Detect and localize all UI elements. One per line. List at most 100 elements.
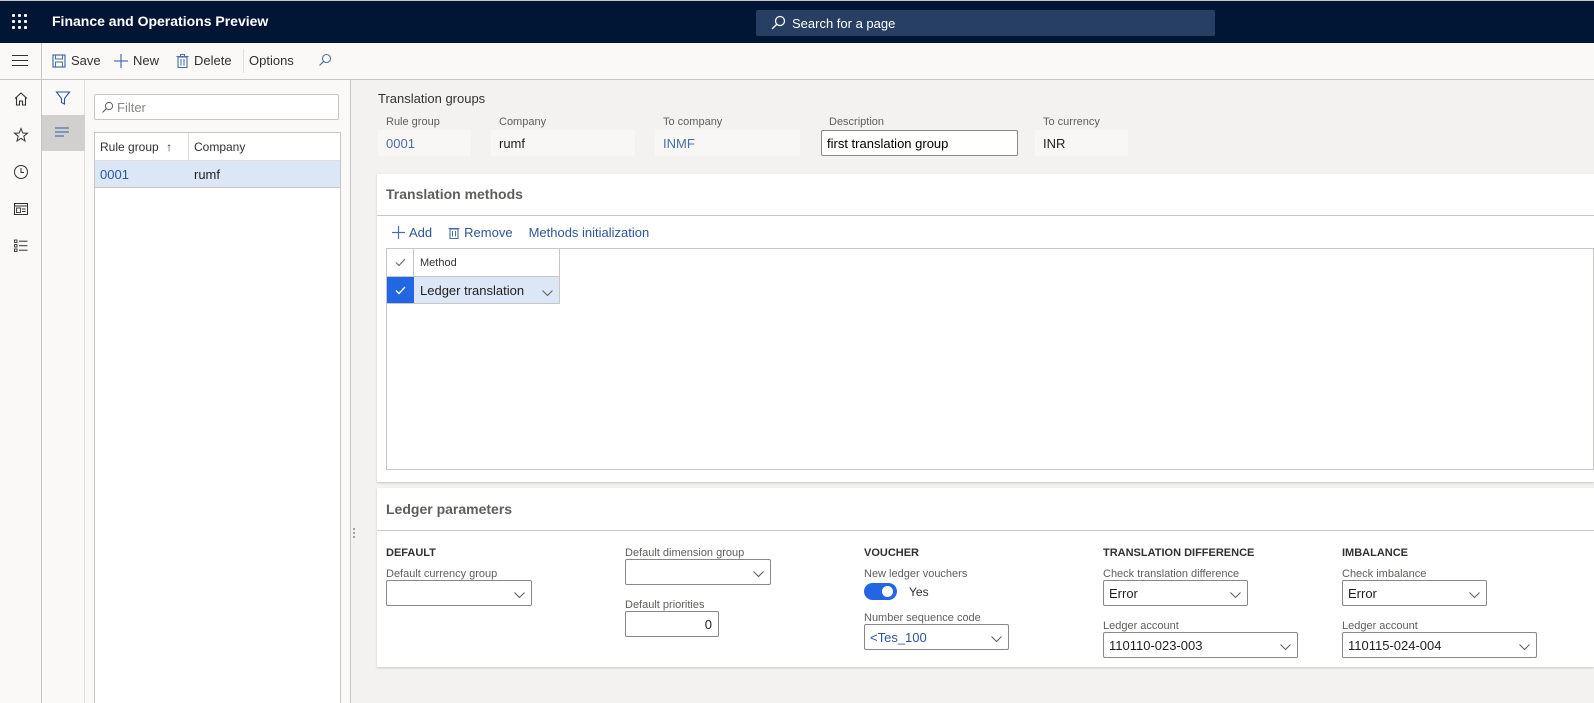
chevron-down-icon <box>514 587 525 602</box>
add-button[interactable]: Add <box>392 225 432 240</box>
trash-icon <box>176 53 189 68</box>
save-button[interactable]: Save <box>52 53 101 68</box>
page-title: Translation groups <box>378 91 486 106</box>
checkmark-icon <box>395 286 406 294</box>
filter-icon[interactable] <box>55 90 71 109</box>
navigation-rail <box>0 80 42 703</box>
chevron-down-icon <box>1280 639 1291 654</box>
method-value[interactable]: Ledger translation <box>420 283 524 298</box>
chevron-down-icon <box>991 631 1002 646</box>
translation-difference-ledger-account-select[interactable]: 110110-023-003 <box>1103 632 1298 658</box>
clock-recent-icon[interactable] <box>12 163 30 181</box>
default-dimension-group-select[interactable] <box>625 559 771 585</box>
description-field: Description <box>821 116 1018 156</box>
list-view-toggle[interactable] <box>42 115 85 151</box>
number-sequence-code-select[interactable]: <Tes_100 <box>864 624 1009 650</box>
lines-icon <box>55 127 69 137</box>
rule-group-value[interactable]: 0001 <box>378 130 471 156</box>
grid-header: Method <box>387 249 560 277</box>
app-title: Finance and Operations Preview <box>52 13 269 29</box>
to-currency-field: To currency INR <box>1035 116 1128 156</box>
new-button[interactable]: New <box>114 53 159 68</box>
hamburger-menu-icon[interactable] <box>12 55 28 67</box>
column-header-method[interactable]: Method <box>420 257 457 269</box>
delete-label: Delete <box>194 53 232 68</box>
cell-company: rumf <box>194 167 220 182</box>
table-row[interactable]: 0001 rumf <box>95 161 340 188</box>
default-currency-group-select[interactable] <box>386 580 532 606</box>
toggle-state-label: Yes <box>909 584 929 599</box>
home-icon[interactable] <box>12 90 30 108</box>
workspaces-icon[interactable] <box>12 200 30 218</box>
section-title-ledger-parameters[interactable]: Ledger parameters <box>386 501 512 517</box>
table-row[interactable]: Ledger translation <box>387 277 560 304</box>
row-select-checkbox[interactable] <box>387 277 414 303</box>
search-icon <box>101 101 114 117</box>
chevron-down-icon <box>1469 587 1480 602</box>
cell-rule-group[interactable]: 0001 <box>95 161 189 187</box>
column-header-company[interactable]: Company <box>189 133 251 160</box>
filter-field[interactable] <box>94 94 339 120</box>
methods-initialization-button[interactable]: Methods initialization <box>529 225 650 240</box>
voucher-group: VOUCHER New ledger vouchers Yes Number s… <box>864 547 1009 650</box>
chevron-down-icon[interactable] <box>542 285 553 300</box>
sort-ascending-icon: ↑ <box>166 140 173 154</box>
list-pane: Rule group ↑ Company 0001 rumf <box>85 80 351 703</box>
search-placeholder: Search for a page <box>792 16 896 31</box>
new-ledger-vouchers-toggle[interactable]: Yes <box>864 583 1009 600</box>
filter-input[interactable] <box>117 98 332 116</box>
save-icon <box>52 53 66 68</box>
default-group: DEFAULT Default currency group <box>386 547 532 606</box>
page-search-box[interactable]: Search for a page <box>756 10 1215 36</box>
check-translation-difference-select[interactable]: Error <box>1103 580 1248 606</box>
list-pane-rail <box>42 80 85 703</box>
search-icon <box>770 15 786 34</box>
plus-icon <box>392 226 405 239</box>
imbalance-ledger-account-select[interactable]: 110115-024-004 <box>1342 632 1537 658</box>
grid-header: Rule group ↑ Company <box>95 133 340 161</box>
to-company-value[interactable]: INMF <box>655 130 800 156</box>
modules-list-icon[interactable] <box>12 237 30 255</box>
translation-difference-heading: TRANSLATION DIFFERENCE <box>1103 547 1255 559</box>
to-currency-value: INR <box>1035 130 1128 156</box>
translation-methods-toolbar: Add Remove Methods initialization <box>392 225 649 240</box>
options-button[interactable]: Options <box>249 53 294 68</box>
checkmark-icon <box>395 258 405 267</box>
plus-icon <box>114 53 128 68</box>
options-label: Options <box>249 53 294 68</box>
chevron-down-icon <box>1230 587 1241 602</box>
default-heading: DEFAULT <box>386 547 436 559</box>
remove-button[interactable]: Remove <box>448 225 513 240</box>
new-label: New <box>133 53 160 68</box>
column-header-rule-group[interactable]: Rule group ↑ <box>95 133 189 160</box>
imbalance-group: IMBALANCE Check imbalance Error Ledger a… <box>1342 547 1537 658</box>
save-label: Save <box>71 53 101 68</box>
star-favorites-icon[interactable] <box>12 126 30 144</box>
translation-difference-group: TRANSLATION DIFFERENCE Check translation… <box>1103 547 1298 658</box>
to-company-field: To company INMF <box>655 116 800 156</box>
details-pane: Translation groups Rule group 0001 Compa… <box>351 80 1594 703</box>
default-dimension-group: Default dimension group Default prioriti… <box>625 547 771 637</box>
select-all-checkbox[interactable] <box>387 249 414 276</box>
company-field: Company rumf <box>491 116 635 156</box>
voucher-heading: VOUCHER <box>864 547 920 559</box>
action-pane: Save New Delete Options <box>0 43 1594 80</box>
imbalance-heading: IMBALANCE <box>1342 547 1408 559</box>
chevron-down-icon <box>753 566 764 581</box>
toggle-switch[interactable] <box>864 583 897 600</box>
section-title-translation-methods[interactable]: Translation methods <box>386 186 523 202</box>
translation-methods-grid: Method Ledger translation <box>386 248 1594 470</box>
check-imbalance-select[interactable]: Error <box>1342 580 1487 606</box>
rule-group-field: Rule group 0001 <box>378 116 471 156</box>
trash-icon <box>448 227 460 239</box>
company-value: rumf <box>491 130 635 156</box>
description-input[interactable] <box>821 130 1018 156</box>
delete-button[interactable]: Delete <box>176 53 232 68</box>
rule-group-grid: Rule group ↑ Company 0001 rumf <box>94 132 341 703</box>
top-navigation-bar: Finance and Operations Preview Search fo… <box>0 0 1594 43</box>
default-priorities-input[interactable]: 0 <box>625 611 719 637</box>
search-icon <box>319 53 332 66</box>
chevron-down-icon <box>1519 639 1530 654</box>
action-search-button[interactable] <box>318 53 332 67</box>
app-launcher-icon[interactable] <box>12 14 28 30</box>
